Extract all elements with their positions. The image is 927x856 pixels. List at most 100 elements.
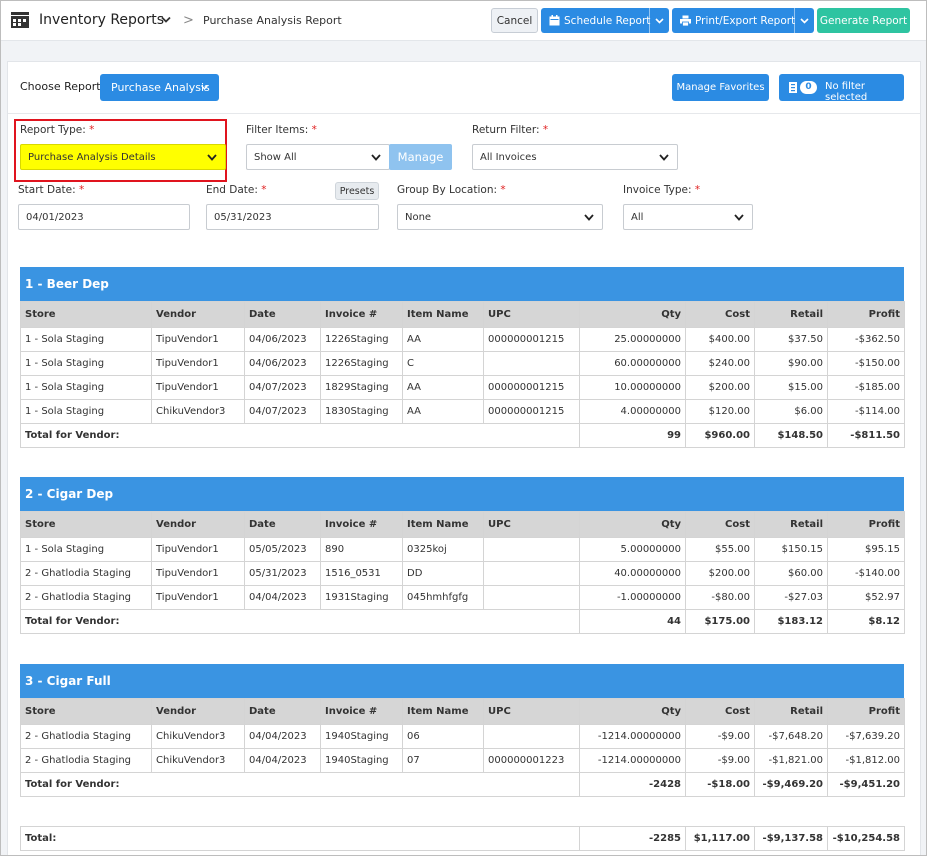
table-header-row: Store Vendor Date Invoice # Item Name UPC Qty C… <box>20 301 905 328</box>
generate-report-button[interactable]: Generate Report <box>817 8 910 33</box>
column-header-date[interactable]: Date <box>244 511 321 538</box>
invoice-type-select[interactable]: All <box>623 204 753 230</box>
column-header-retail[interactable]: Retail <box>754 698 828 725</box>
report-group: 1 - Beer Dep Store Vendor Date Invoice # Item… <box>20 267 905 448</box>
column-header-item-name[interactable]: Item Name <box>402 301 484 328</box>
cancel-button[interactable]: Cancel <box>491 8 538 33</box>
print-dropdown-toggle[interactable] <box>794 8 814 33</box>
column-header-profit[interactable]: Profit <box>827 698 905 725</box>
app-title[interactable]: Inventory Reports <box>39 12 164 28</box>
column-header-store[interactable]: Store <box>20 301 152 328</box>
cell-invoice: 1516_0531 <box>320 561 403 586</box>
cell-upc <box>483 724 580 749</box>
group-by-location-select[interactable]: None <box>397 204 603 230</box>
cell-store: 2 - Ghatlodia Staging <box>20 748 152 773</box>
column-header-vendor[interactable]: Vendor <box>151 301 245 328</box>
column-header-qty[interactable]: Qty <box>579 511 686 538</box>
cell-vendor: TipuVendor1 <box>151 537 245 562</box>
column-header-store[interactable]: Store <box>20 698 152 725</box>
cell-item-name: AA <box>402 399 484 424</box>
column-header-cost[interactable]: Cost <box>685 698 755 725</box>
cell-vendor: ChikuVendor3 <box>151 748 245 773</box>
cell-invoice: 1829Staging <box>320 375 403 400</box>
presets-button[interactable]: Presets <box>335 182 379 200</box>
manage-favorites-button[interactable]: Manage Favorites <box>672 74 769 101</box>
print-export-button[interactable]: Print/Export Report <box>672 8 814 33</box>
cell-qty: 25.00000000 <box>579 327 686 352</box>
column-header-profit[interactable]: Profit <box>827 511 905 538</box>
filter-icon <box>789 82 797 93</box>
column-header-retail[interactable]: Retail <box>754 511 828 538</box>
column-header-invoice[interactable]: Invoice # <box>320 301 403 328</box>
group-header: 2 - Cigar Dep <box>20 477 904 511</box>
cell-invoice: 890 <box>320 537 403 562</box>
cell-vendor: TipuVendor1 <box>151 561 245 586</box>
cell-invoice: 1931Staging <box>320 585 403 610</box>
start-date-input[interactable]: 04/01/2023 <box>18 204 190 230</box>
grand-total-label: Total: <box>19 826 581 851</box>
filter-count-badge: 0 <box>800 81 817 94</box>
group-header: 3 - Cigar Full <box>20 664 904 698</box>
cell-cost: $240.00 <box>685 351 755 376</box>
column-header-upc[interactable]: UPC <box>483 511 580 538</box>
column-header-invoice[interactable]: Invoice # <box>320 511 403 538</box>
return-filter-select[interactable]: All Invoices <box>472 144 678 170</box>
column-header-qty[interactable]: Qty <box>579 301 686 328</box>
table-row: 1 - Sola Staging TipuVendor1 04/06/2023 122… <box>20 351 905 376</box>
column-header-vendor[interactable]: Vendor <box>151 511 245 538</box>
generate-label: Generate Report <box>819 14 908 27</box>
schedule-report-button[interactable]: Schedule Report <box>541 8 669 33</box>
column-header-cost[interactable]: Cost <box>685 301 755 328</box>
vendor-total-retail: $183.12 <box>754 609 828 634</box>
cell-vendor: TipuVendor1 <box>151 351 245 376</box>
cell-qty: -1.00000000 <box>579 585 686 610</box>
column-header-date[interactable]: Date <box>244 301 321 328</box>
cell-upc <box>483 351 580 376</box>
grand-total-profit: -$10,254.58 <box>827 826 906 851</box>
filter-items-select[interactable]: Show All <box>246 144 390 170</box>
vendor-total-cost: -$18.00 <box>685 772 755 797</box>
cell-profit: -$150.00 <box>827 351 905 376</box>
column-header-retail[interactable]: Retail <box>754 301 828 328</box>
column-header-upc[interactable]: UPC <box>483 698 580 725</box>
cell-qty: -1214.00000000 <box>579 724 686 749</box>
cell-qty: -1214.00000000 <box>579 748 686 773</box>
table-row: 1 - Sola Staging ChikuVendor3 04/07/2023 18… <box>20 399 905 424</box>
cell-date: 04/04/2023 <box>244 585 321 610</box>
column-header-qty[interactable]: Qty <box>579 698 686 725</box>
start-date-label: Start Date: * <box>18 184 85 196</box>
cell-store: 1 - Sola Staging <box>20 327 152 352</box>
column-header-store[interactable]: Store <box>20 511 152 538</box>
reports-icon <box>11 12 29 28</box>
column-header-profit[interactable]: Profit <box>827 301 905 328</box>
grand-total-retail: -$9,137.58 <box>754 826 829 851</box>
manage-favorites-label: Manage Favorites <box>676 82 765 93</box>
manage-filter-button[interactable]: Manage <box>389 144 452 170</box>
cell-upc: 000000001215 <box>483 399 580 424</box>
column-header-invoice[interactable]: Invoice # <box>320 698 403 725</box>
report-type-select[interactable]: Purchase Analysis Details <box>20 144 226 170</box>
cell-upc: 000000001215 <box>483 327 580 352</box>
end-date-input[interactable]: 05/31/2023 <box>206 204 379 230</box>
column-header-item-name[interactable]: Item Name <box>402 698 484 725</box>
column-header-item-name[interactable]: Item Name <box>402 511 484 538</box>
schedule-dropdown-toggle[interactable] <box>649 8 669 33</box>
return-filter-label: Return Filter: * <box>472 124 549 136</box>
filter-items-label: Filter Items: * <box>246 124 317 136</box>
column-header-cost[interactable]: Cost <box>685 511 755 538</box>
vendor-total-qty: 44 <box>579 609 686 634</box>
vendor-total-cost: $175.00 <box>685 609 755 634</box>
column-header-date[interactable]: Date <box>244 698 321 725</box>
report-group: 2 - Cigar Dep Store Vendor Date Invoice # Ite… <box>20 477 905 634</box>
top-bar: Inventory Reports > Purchase Analysis Re… <box>1 1 926 41</box>
column-header-vendor[interactable]: Vendor <box>151 698 245 725</box>
cell-store: 1 - Sola Staging <box>20 399 152 424</box>
cell-cost: $200.00 <box>685 561 755 586</box>
filter-summary-button[interactable]: 0 No filter selected <box>779 74 904 103</box>
column-header-upc[interactable]: UPC <box>483 301 580 328</box>
invoice-type-value: All <box>631 211 644 223</box>
chevron-down-icon[interactable] <box>161 16 171 24</box>
grand-total-cost: $1,117.00 <box>685 826 756 851</box>
choose-report-dropdown[interactable]: Purchase Analysis <box>100 74 219 101</box>
cell-profit: -$362.50 <box>827 327 905 352</box>
